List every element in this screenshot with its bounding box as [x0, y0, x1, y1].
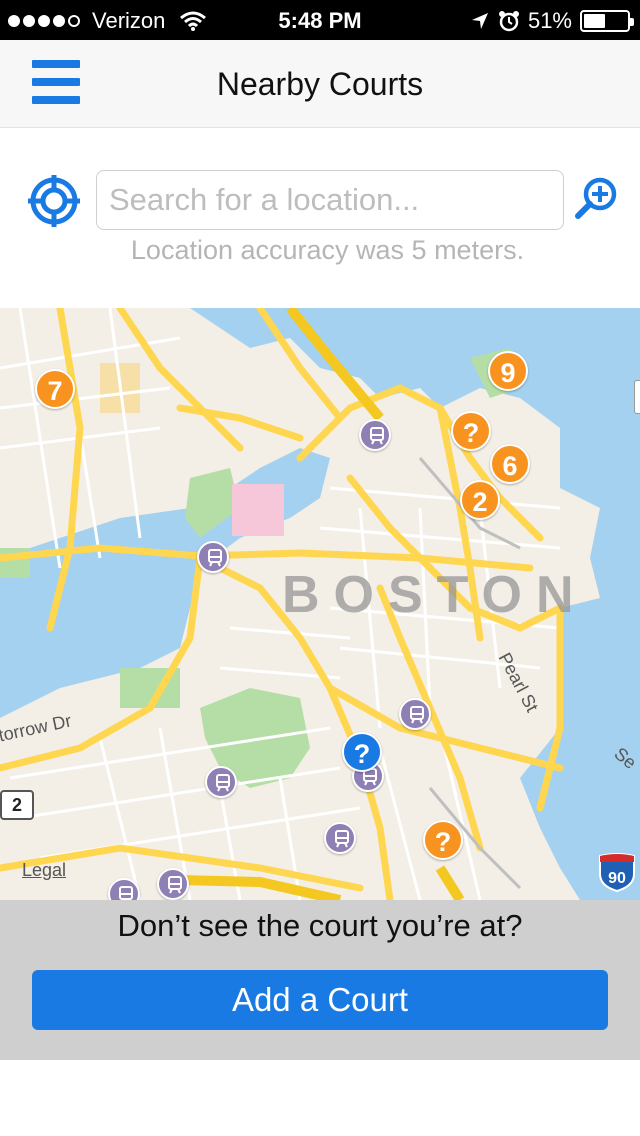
- battery-percent: 51%: [527, 8, 572, 33]
- page-title: Nearby Courts: [216, 66, 424, 102]
- location-accuracy-text: Location accuracy was 5 meters.: [130, 235, 525, 265]
- alarm-icon: [498, 11, 519, 32]
- map-view[interactable]: BOSTON Pearl St torrow Dr Se 7 9 ? 6 2 ?…: [0, 308, 640, 900]
- transit-station-icon: [157, 868, 189, 900]
- route-shield: 2: [0, 790, 34, 820]
- court-pin[interactable]: ?: [423, 820, 463, 860]
- status-right: 51%: [470, 8, 634, 34]
- transit-station-icon: [359, 419, 391, 451]
- bottom-panel: Don’t see the court you’re at? Add a Cou…: [0, 900, 640, 1060]
- transit-station-icon: [205, 766, 237, 798]
- navigation-bar: Nearby Courts: [0, 40, 640, 128]
- locate-me-icon[interactable]: [28, 175, 80, 227]
- zoom-search-icon[interactable]: [574, 176, 620, 222]
- location-arrow-icon: [471, 13, 488, 29]
- transit-station-icon: [399, 698, 431, 730]
- court-pin[interactable]: 7: [35, 369, 75, 409]
- court-pin[interactable]: 2: [460, 480, 500, 520]
- map-edge-tab: [634, 380, 640, 414]
- interstate-shield-icon: 90: [599, 853, 635, 892]
- court-pin[interactable]: ?: [451, 411, 491, 451]
- court-pin[interactable]: 9: [488, 351, 528, 391]
- court-pin-selected[interactable]: ?: [342, 732, 382, 772]
- status-bar: Verizon 5:48 PM 51%: [0, 0, 640, 40]
- search-input[interactable]: [96, 170, 564, 230]
- missing-court-prompt: Don’t see the court you’re at?: [117, 908, 523, 943]
- battery-icon: [580, 10, 634, 32]
- add-court-button[interactable]: Add a Court: [32, 970, 608, 1030]
- legal-link[interactable]: Legal: [22, 860, 66, 881]
- court-pin[interactable]: 6: [490, 444, 530, 484]
- search-area: Location accuracy was 5 meters.: [0, 128, 640, 308]
- transit-station-icon: [197, 541, 229, 573]
- interstate-number: 90: [608, 870, 626, 887]
- transit-station-icon: [324, 822, 356, 854]
- map-city-label: BOSTON: [282, 566, 588, 624]
